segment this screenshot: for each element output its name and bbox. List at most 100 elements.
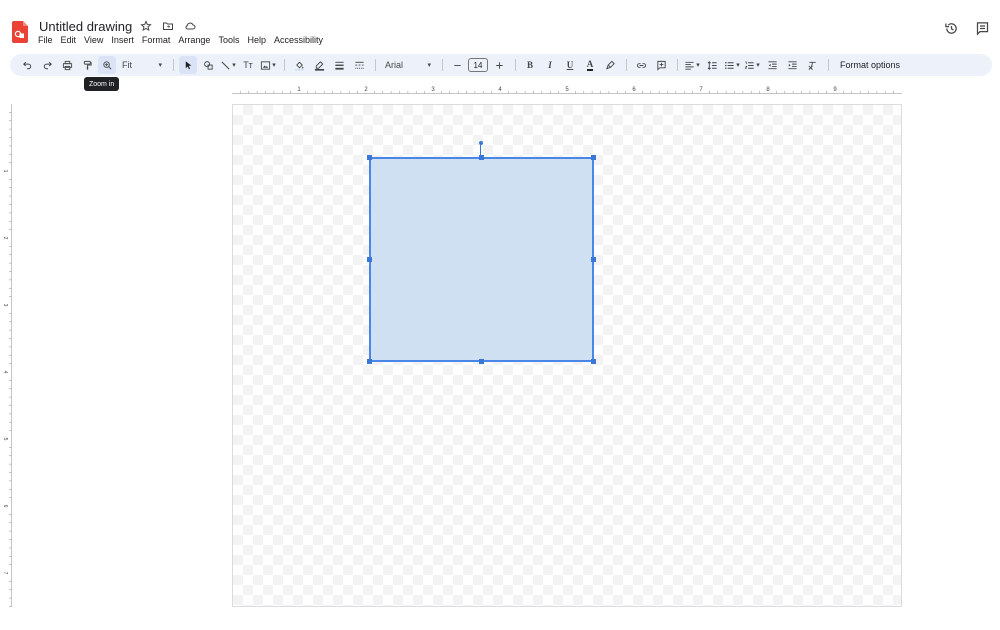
history-icon[interactable]	[944, 21, 959, 36]
font-select[interactable]: Arial ▾	[381, 56, 435, 74]
select-icon	[185, 60, 191, 69]
zoom-in-icon	[102, 60, 111, 69]
star-icon[interactable]	[137, 18, 155, 34]
shape-tool-button[interactable]	[199, 56, 217, 74]
line-icon	[221, 60, 230, 70]
fill-color-button[interactable]	[290, 56, 308, 74]
menu-insert[interactable]: Insert	[107, 34, 138, 46]
border-dash-button[interactable]	[350, 56, 368, 74]
ruler-label: 3	[2, 304, 8, 307]
toolbar-divider	[828, 59, 829, 71]
zoom-select[interactable]: Fit ▾	[118, 56, 166, 74]
zoom-value: Fit	[122, 60, 132, 70]
chevron-down-icon: ▾	[158, 62, 162, 69]
print-button[interactable]	[58, 56, 76, 74]
document-title[interactable]: Untitled drawing	[38, 19, 133, 34]
text-color-icon: A	[586, 58, 594, 71]
resize-handle-top[interactable]	[479, 155, 484, 160]
header-actions	[944, 21, 990, 36]
zoom-in-button[interactable]	[98, 56, 116, 74]
bulleted-list-icon	[725, 61, 734, 69]
menu-accessibility[interactable]: Accessibility	[270, 34, 327, 46]
underline-button[interactable]: U	[561, 56, 579, 74]
link-icon	[636, 62, 646, 68]
drawings-logo-icon[interactable]	[12, 21, 28, 43]
resize-handle-top-right[interactable]	[591, 155, 596, 160]
align-button[interactable]: ▾	[683, 56, 701, 74]
ruler-label: 7	[2, 572, 8, 575]
ruler-label: 5	[2, 438, 8, 441]
resize-handle-right[interactable]	[591, 257, 596, 262]
header: Untitled drawing File Edit View Insert F…	[0, 0, 1000, 52]
border-weight-button[interactable]	[330, 56, 348, 74]
resize-handle-bottom[interactable]	[479, 359, 484, 364]
increase-indent-icon	[787, 60, 797, 69]
ruler-label: 2	[364, 87, 368, 93]
image-icon	[261, 60, 271, 70]
ruler-label: 9	[833, 87, 837, 93]
menubar: File Edit View Insert Format Arrange Too…	[34, 34, 327, 46]
image-tool-button[interactable]: ▾	[259, 56, 277, 74]
comments-icon[interactable]	[975, 21, 990, 36]
toolbar-divider	[677, 59, 678, 71]
decrease-font-size-button[interactable]	[448, 56, 466, 74]
toolbar-divider	[626, 59, 627, 71]
undo-button[interactable]	[18, 56, 36, 74]
font-size-input[interactable]: 14	[468, 58, 488, 72]
rotation-handle[interactable]	[479, 141, 483, 145]
ruler-label: 4	[2, 371, 8, 374]
increase-font-size-button[interactable]	[490, 56, 508, 74]
rectangle-shape[interactable]	[369, 157, 594, 362]
menu-help[interactable]: Help	[243, 34, 270, 46]
increase-indent-button[interactable]	[783, 56, 801, 74]
resize-handle-left[interactable]	[367, 257, 372, 262]
text-color-button[interactable]: A	[581, 56, 599, 74]
resize-handle-bottom-right[interactable]	[591, 359, 596, 364]
italic-button[interactable]: I	[541, 56, 559, 74]
decrease-indent-button[interactable]	[763, 56, 781, 74]
menu-view[interactable]: View	[80, 34, 107, 46]
vertical-ruler: 1 2 3 4 5 6 7	[2, 104, 12, 607]
redo-icon	[43, 61, 52, 69]
border-weight-icon	[334, 61, 344, 70]
highlight-color-button[interactable]	[601, 56, 619, 74]
line-spacing-icon	[707, 60, 717, 70]
minus-icon	[453, 64, 461, 66]
chevron-down-icon: ▾	[272, 62, 276, 69]
chevron-down-icon: ▾	[736, 62, 740, 69]
border-color-button[interactable]	[310, 56, 328, 74]
select-tool-button[interactable]	[179, 56, 197, 74]
resize-handle-top-left[interactable]	[367, 155, 372, 160]
insert-link-button[interactable]	[632, 56, 650, 74]
text-style-button[interactable]: Tт	[239, 56, 257, 74]
numbered-list-button[interactable]: ▾	[743, 56, 761, 74]
toolbar: Fit ▾ ▾ Tт ▾ Arial ▾ 14 B I U A ▾ ▾ ▾ Fo…	[10, 54, 992, 76]
drawings-app: Untitled drawing File Edit View Insert F…	[0, 0, 1000, 630]
resize-handle-bottom-left[interactable]	[367, 359, 372, 364]
menu-tools[interactable]: Tools	[214, 34, 243, 46]
redo-button[interactable]	[38, 56, 56, 74]
ruler-label: 6	[2, 505, 8, 508]
line-tool-button[interactable]: ▾	[219, 56, 237, 74]
ruler-label: 7	[699, 87, 703, 93]
folder-icon[interactable]	[159, 18, 177, 34]
line-spacing-button[interactable]	[703, 56, 721, 74]
chevron-down-icon: ▾	[232, 62, 236, 69]
menu-arrange[interactable]: Arrange	[174, 34, 214, 46]
cloud-icon[interactable]	[181, 18, 199, 34]
chevron-down-icon: ▾	[756, 62, 760, 69]
format-options-button[interactable]: Format options	[834, 60, 906, 70]
drawing-canvas[interactable]	[232, 104, 902, 607]
paint-format-button[interactable]	[78, 56, 96, 74]
bulleted-list-button[interactable]: ▾	[723, 56, 741, 74]
add-comment-button[interactable]	[652, 56, 670, 74]
bold-button[interactable]: B	[521, 56, 539, 74]
ruler-label: 1	[2, 170, 8, 173]
bold-icon: B	[526, 60, 533, 70]
menu-file[interactable]: File	[34, 34, 57, 46]
menu-format[interactable]: Format	[138, 34, 175, 46]
clear-formatting-button[interactable]	[803, 56, 821, 74]
underline-icon: U	[566, 60, 574, 70]
horizontal-ruler: 1 2 3 4 5 6 7 8 9	[232, 87, 902, 94]
menu-edit[interactable]: Edit	[57, 34, 81, 46]
